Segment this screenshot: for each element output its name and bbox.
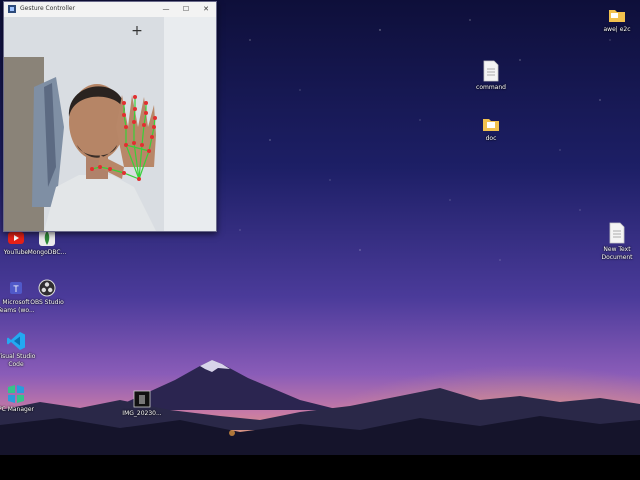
folder-icon xyxy=(483,119,499,131)
camera-feed: + xyxy=(4,17,216,231)
desktop-icon-obs[interactable]: OBS Studio xyxy=(19,279,75,307)
window-titlebar[interactable]: Gesture Controller — ☐ ✕ xyxy=(4,2,216,17)
vscode-icon xyxy=(7,332,25,350)
desktop-icon-label: MongoDBC... xyxy=(27,249,67,256)
desktop-icon-command[interactable]: command xyxy=(463,60,519,92)
pc-manager-icon xyxy=(8,385,24,403)
app-icon xyxy=(8,5,16,13)
desktop-icon-label: doc xyxy=(485,135,497,142)
folder-icon xyxy=(609,10,625,22)
minimize-button[interactable]: — xyxy=(156,2,176,17)
desktop-icon-doc[interactable]: doc xyxy=(463,115,519,143)
desktop-icon-label: IMG_20230... xyxy=(122,410,162,417)
desktop-icon-label: PC Manager xyxy=(0,406,34,413)
desktop-icon-mongodb[interactable]: MongoDBC... xyxy=(19,229,75,257)
close-button[interactable]: ✕ xyxy=(196,2,216,17)
maximize-button[interactable]: ☐ xyxy=(176,2,196,17)
desktop-icon-awes-e2c[interactable]: awe| e2c xyxy=(589,6,640,34)
image-icon xyxy=(133,390,151,408)
desktop-icon-pc-manager[interactable]: PC Manager xyxy=(0,384,44,414)
desktop-icon-label: command xyxy=(476,84,506,91)
taskbar[interactable] xyxy=(0,455,640,480)
desktop-icon-label: New Text Document xyxy=(601,246,633,261)
text-file-icon xyxy=(483,60,499,82)
desktop: awe| e2c command doc New Text Document Y… xyxy=(0,0,640,480)
desktop-icon-label: OBS Studio xyxy=(30,299,64,306)
desktop-icon-label: awe| e2c xyxy=(603,26,631,33)
desktop-icon-vscode[interactable]: Visual Studio Code xyxy=(0,331,44,369)
desktop-icon-label: Visual Studio Code xyxy=(0,353,36,368)
gesture-controller-window[interactable]: Gesture Controller — ☐ ✕ + xyxy=(3,1,217,232)
obs-icon xyxy=(38,279,56,297)
desktop-icon-new-text-document[interactable]: New Text Document xyxy=(589,222,640,262)
window-title: Gesture Controller xyxy=(20,5,76,12)
crosshair-icon: + xyxy=(131,23,143,39)
text-file-icon xyxy=(609,222,625,244)
desktop-icon-img[interactable]: IMG_20230... xyxy=(114,390,170,418)
